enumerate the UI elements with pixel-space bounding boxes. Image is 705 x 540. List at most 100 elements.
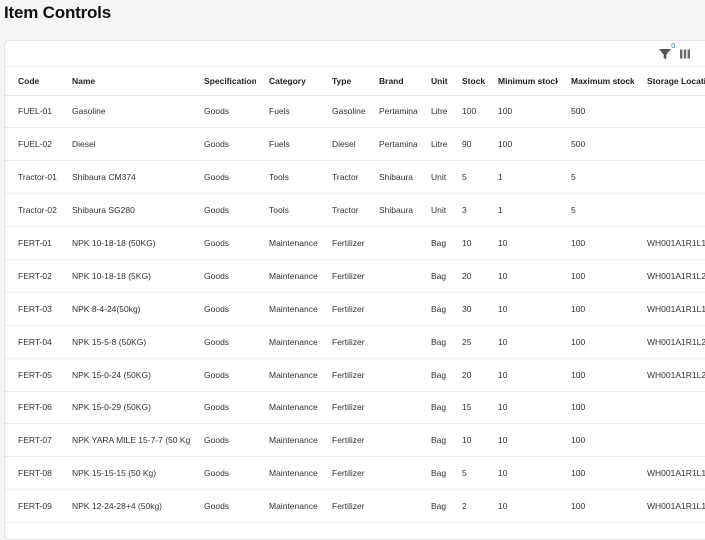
table-toolbar: 0: [5, 41, 705, 67]
cell-storage-location: WH001A1R1L2S: [634, 358, 705, 392]
table-row[interactable]: FERT-09 NPK 12-24-28+4 (50kg) Goods Mainten…: [5, 489, 705, 524]
table-row[interactable]: Tractor-01 Shibaura CM374 Goods Tools Tracto…: [5, 160, 705, 195]
cell-category: Tools: [256, 193, 319, 228]
cell-specification: Goods: [191, 456, 256, 491]
filter-icon[interactable]: [658, 47, 672, 61]
cell-maximum-stock: 5: [558, 193, 634, 228]
cell-name: Shibaura SG280: [59, 193, 191, 228]
cell-stock: 5: [449, 160, 485, 195]
column-header-maximum-stock[interactable]: Maximum stock: [558, 67, 634, 96]
cell-category: Maintenance: [256, 456, 319, 491]
table-row[interactable]: FERT-06 NPK 15-0-29 (50KG) Goods Maintenanc…: [5, 391, 705, 425]
table-row[interactable]: FERT-03 NPK 8-4-24(50kg) Goods Maintenance F…: [5, 292, 705, 326]
cell-name: Diesel: [59, 127, 191, 162]
column-header-brand[interactable]: Brand: [366, 67, 418, 96]
cell-storage-location: WH001A1R1L2S: [634, 325, 705, 359]
cell-code: FERT-04: [5, 325, 59, 359]
cell-minimum-stock: 10: [485, 358, 558, 392]
cell-name: NPK 10-18-18 (50KG): [59, 226, 191, 260]
cell-name: Gasoline: [59, 95, 191, 129]
cell-unit: Litre: [418, 95, 449, 129]
cell-storage-location: [634, 127, 705, 162]
cell-code: FERT-06: [5, 391, 59, 425]
cell-type: Fertilizer: [319, 391, 366, 425]
cell-stock: 20: [449, 259, 485, 293]
cell-storage-location: [634, 160, 705, 195]
table-row[interactable]: FERT-08 NPK 15-15-15 (50 Kg) Goods Maintena…: [5, 456, 705, 491]
cell-unit: Bag: [418, 391, 449, 425]
cell-brand: [366, 423, 418, 458]
cell-stock: 10: [449, 423, 485, 458]
table-row[interactable]: FERT-05 NPK 15-0-24 (50KG) Goods Maintenanc…: [5, 358, 705, 392]
cell-code: FERT-07: [5, 423, 59, 458]
cell-code: FERT-09: [5, 489, 59, 524]
cell-type: Gasoline: [319, 95, 366, 129]
cell-category: Maintenance: [256, 292, 319, 326]
columns-icon[interactable]: [679, 47, 691, 59]
cell-specification: Goods: [191, 489, 256, 524]
cell-storage-location: [634, 95, 705, 129]
cell-minimum-stock: 100: [485, 95, 558, 129]
cell-category: Maintenance: [256, 358, 319, 392]
cell-minimum-stock: 10: [485, 292, 558, 326]
cell-brand: [366, 489, 418, 524]
cell-category: Maintenance: [256, 325, 319, 359]
cell-minimum-stock: 10: [485, 489, 558, 524]
table-row[interactable]: FERT-01 NPK 10-18-18 (50KG) Goods Maintenan…: [5, 226, 705, 260]
column-header-unit[interactable]: Unit: [418, 67, 449, 96]
column-header-type[interactable]: Type: [319, 67, 366, 96]
cell-code: FERT-08: [5, 456, 59, 491]
items-table: Code Name Specification Category Type Br…: [5, 67, 705, 524]
cell-unit: Bag: [418, 226, 449, 260]
cell-specification: Goods: [191, 226, 256, 260]
cell-name: Shibaura CM374: [59, 160, 191, 195]
cell-stock: 5: [449, 456, 485, 491]
cell-specification: Goods: [191, 423, 256, 458]
cell-storage-location: WH001A1R1L1S: [634, 226, 705, 260]
cell-type: Fertilizer: [319, 325, 366, 359]
cell-category: Maintenance: [256, 423, 319, 458]
cell-storage-location: [634, 193, 705, 228]
cell-stock: 10: [449, 226, 485, 260]
cell-stock: 25: [449, 325, 485, 359]
column-header-code[interactable]: Code: [5, 67, 59, 96]
table-row[interactable]: FUEL-02 Diesel Goods Fuels Diesel Pertamina Li…: [5, 127, 705, 162]
table-row[interactable]: FERT-07 NPK YARA MILE 15-7-7 (50 Kg) Goods…: [5, 423, 705, 458]
cell-specification: Goods: [191, 391, 256, 425]
cell-unit: Bag: [418, 456, 449, 491]
cell-type: Fertilizer: [319, 226, 366, 260]
cell-storage-location: WH001A1R1L2S: [634, 259, 705, 293]
column-header-category[interactable]: Category: [256, 67, 319, 96]
cell-brand: [366, 391, 418, 425]
cell-stock: 30: [449, 292, 485, 326]
cell-type: Fertilizer: [319, 259, 366, 293]
table-row[interactable]: FERT-04 NPK 15-5-8 (50KG) Goods Maintenance…: [5, 325, 705, 359]
cell-specification: Goods: [191, 358, 256, 392]
table-body: FUEL-01 Gasoline Goods Fuels Gasoline Pertami…: [5, 95, 705, 524]
cell-maximum-stock: 5: [558, 160, 634, 195]
cell-specification: Goods: [191, 127, 256, 162]
column-header-storage-location[interactable]: Storage Locatio: [634, 67, 705, 96]
cell-maximum-stock: 100: [558, 391, 634, 425]
cell-minimum-stock: 1: [485, 193, 558, 228]
table-row[interactable]: FERT-02 NPK 10-18-18 (5KG) Goods Maintenanc…: [5, 259, 705, 293]
cell-minimum-stock: 1: [485, 160, 558, 195]
table-row[interactable]: FUEL-01 Gasoline Goods Fuels Gasoline Pertami…: [5, 95, 705, 129]
cell-name: NPK 15-0-24 (50KG): [59, 358, 191, 392]
column-header-minimum-stock[interactable]: Minimum stock: [485, 67, 558, 96]
cell-maximum-stock: 100: [558, 226, 634, 260]
table-row[interactable]: Tractor-02 Shibaura SG280 Goods Tools Tracto…: [5, 193, 705, 228]
cell-minimum-stock: 100: [485, 127, 558, 162]
column-header-stock[interactable]: Stock: [449, 67, 485, 96]
filter-count-badge: 0: [671, 42, 676, 50]
column-header-name[interactable]: Name: [59, 67, 191, 96]
cell-category: Fuels: [256, 95, 319, 129]
column-header-specification[interactable]: Specification: [191, 67, 256, 96]
cell-minimum-stock: 10: [485, 456, 558, 491]
cell-code: Tractor-02: [5, 193, 59, 228]
cell-category: Fuels: [256, 127, 319, 162]
cell-type: Fertilizer: [319, 456, 366, 491]
cell-unit: Unit: [418, 160, 449, 195]
cell-type: Tractor: [319, 193, 366, 228]
cell-unit: Bag: [418, 489, 449, 524]
